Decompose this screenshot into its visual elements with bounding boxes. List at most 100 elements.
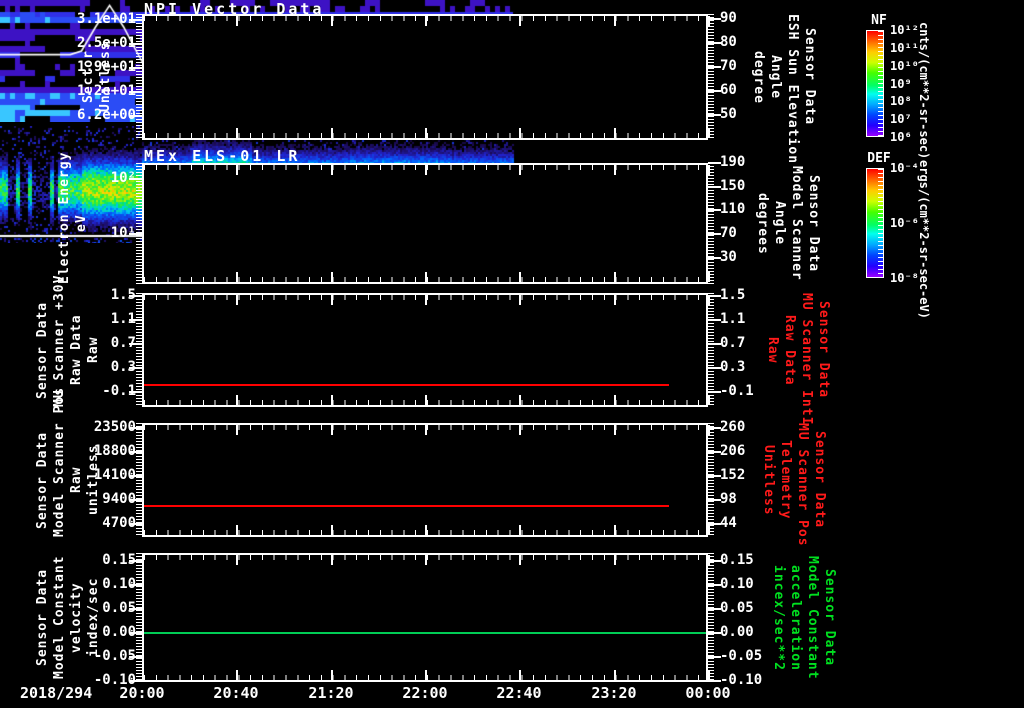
x-tick-label: 20:40 bbox=[213, 684, 259, 702]
x-major-tick bbox=[708, 395, 710, 405]
x-major-tick bbox=[236, 555, 238, 565]
colorbar-minor-ticks bbox=[878, 169, 883, 277]
colorbar-units: ergs/(cm**2-sr-sec-eV) bbox=[917, 160, 931, 319]
x-major-tick bbox=[236, 395, 238, 405]
x-major-tick bbox=[331, 395, 333, 405]
y-axis-label-model-constant: Sensor Data Model Constant velocity inde… bbox=[35, 555, 101, 680]
y-minor-ticks-right-mu-scanner-30v bbox=[708, 293, 714, 407]
x-tick-label: 22:40 bbox=[496, 684, 542, 702]
x-major-tick bbox=[142, 525, 144, 535]
x-major-tick bbox=[331, 272, 333, 282]
x-major-tick bbox=[236, 670, 238, 680]
x-tick-label: 21:20 bbox=[308, 684, 354, 702]
x-major-tick bbox=[142, 425, 144, 435]
colorbar-tick-label: 10¹⁰ bbox=[890, 58, 919, 73]
x-major-tick bbox=[519, 670, 521, 680]
y-minor-ticks-right-npi bbox=[708, 14, 714, 140]
x-major-tick bbox=[142, 395, 144, 405]
x-major-tick bbox=[708, 165, 710, 175]
panel-frame-model-scanner-pos bbox=[142, 423, 708, 537]
y-axis-label-model-scanner-pos: Sensor Data Model Scanner Pos Raw unitle… bbox=[35, 386, 101, 537]
x-major-tick bbox=[519, 395, 521, 405]
right-axis-label-els: Sensor Data Model Scanner Angle degrees bbox=[755, 166, 821, 281]
x-major-tick bbox=[519, 555, 521, 565]
x-major-tick bbox=[331, 295, 333, 305]
colorbar-tick-label: 10⁻⁶ bbox=[890, 216, 919, 230]
x-major-tick bbox=[142, 555, 144, 565]
plot-area: NPI Vector Data MEx ELS-01 LR 2018/294 3… bbox=[0, 0, 1024, 708]
x-major-tick bbox=[614, 670, 616, 680]
x-tick-label: 00:00 bbox=[685, 684, 731, 702]
x-major-tick bbox=[331, 165, 333, 175]
x-major-tick bbox=[519, 165, 521, 175]
x-major-tick bbox=[142, 295, 144, 305]
x-major-tick bbox=[331, 525, 333, 535]
colorbar-tick-label: 10⁹ bbox=[890, 76, 912, 91]
right-axis-label-npi: Sensor Data ESH Sun Elevation Angle degr… bbox=[751, 14, 817, 165]
x-major-tick bbox=[236, 165, 238, 175]
y-axis-label-els: Electron Energy eV bbox=[57, 151, 89, 284]
y-minor-ticks-left-model-constant bbox=[136, 553, 142, 682]
right-axis-label-model-scanner-pos: Sensor Data MU Scanner Pos Telemetry Uni… bbox=[761, 423, 827, 547]
x-major-tick bbox=[331, 16, 333, 26]
x-major-tick bbox=[142, 165, 144, 175]
colorbar-tick-label: 10⁶ bbox=[890, 130, 912, 144]
x-major-tick bbox=[236, 425, 238, 435]
x-major-tick bbox=[425, 295, 427, 305]
x-major-tick bbox=[236, 128, 238, 138]
colorbar-tick-label: 10¹² bbox=[890, 23, 919, 37]
x-major-tick bbox=[236, 525, 238, 535]
y-axis-label-npi: Sector Unitless bbox=[81, 41, 113, 113]
x-major-tick bbox=[142, 272, 144, 282]
x-major-tick bbox=[425, 555, 427, 565]
x-major-tick bbox=[614, 395, 616, 405]
x-major-tick bbox=[614, 165, 616, 175]
x-major-tick bbox=[519, 16, 521, 26]
panel-frame-mu-scanner-30v bbox=[142, 293, 708, 407]
panel-frame-npi bbox=[142, 14, 708, 140]
x-major-tick bbox=[142, 16, 144, 26]
y-minor-ticks-left-mu-scanner-30v bbox=[136, 293, 142, 407]
x-major-tick bbox=[708, 128, 710, 138]
colorbar-tick-label: 10⁻⁴ bbox=[890, 161, 919, 175]
x-major-tick bbox=[425, 272, 427, 282]
x-major-tick bbox=[331, 670, 333, 680]
x-major-tick bbox=[614, 525, 616, 535]
x-major-tick bbox=[708, 670, 710, 680]
x-tick-label: 23:20 bbox=[591, 684, 637, 702]
y-minor-ticks-right-els bbox=[708, 163, 714, 284]
x-major-tick bbox=[425, 425, 427, 435]
x-major-tick bbox=[614, 425, 616, 435]
data-line-model-constant bbox=[144, 632, 706, 634]
colorbar-tick-label: 10⁸ bbox=[890, 94, 912, 109]
x-major-tick bbox=[425, 16, 427, 26]
x-major-tick bbox=[614, 272, 616, 282]
x-major-tick bbox=[425, 525, 427, 535]
x-major-tick bbox=[331, 425, 333, 435]
x-major-tick bbox=[425, 670, 427, 680]
x-major-tick bbox=[519, 525, 521, 535]
right-axis-label-mu-scanner-30v: Sensor Data MU Scanner IntI Raw Data Raw bbox=[765, 293, 831, 426]
x-major-tick bbox=[519, 425, 521, 435]
x-major-tick bbox=[331, 555, 333, 565]
x-major-tick bbox=[236, 272, 238, 282]
x-major-tick bbox=[708, 525, 710, 535]
x-major-tick bbox=[519, 272, 521, 282]
x-major-tick bbox=[236, 295, 238, 305]
panel-frame-model-constant bbox=[142, 553, 708, 682]
x-major-tick bbox=[519, 295, 521, 305]
x-tick-label: 20:00 bbox=[119, 684, 165, 702]
x-major-tick bbox=[142, 128, 144, 138]
x-major-tick bbox=[614, 16, 616, 26]
x-major-tick bbox=[425, 165, 427, 175]
colorbar-tick-label: 10⁻⁸ bbox=[890, 271, 919, 285]
y-minor-ticks-right-model-scanner-pos bbox=[708, 423, 714, 537]
x-major-tick bbox=[425, 395, 427, 405]
colorbar-minor-ticks bbox=[878, 31, 883, 136]
x-major-tick bbox=[331, 128, 333, 138]
x-major-tick bbox=[236, 16, 238, 26]
x-major-tick bbox=[614, 295, 616, 305]
right-axis-label-model-constant: Sensor Data Model Constant acceleration … bbox=[771, 555, 837, 680]
y-minor-ticks-right-model-constant bbox=[708, 553, 714, 682]
colorbar-tick-label: 10¹¹ bbox=[890, 40, 919, 55]
